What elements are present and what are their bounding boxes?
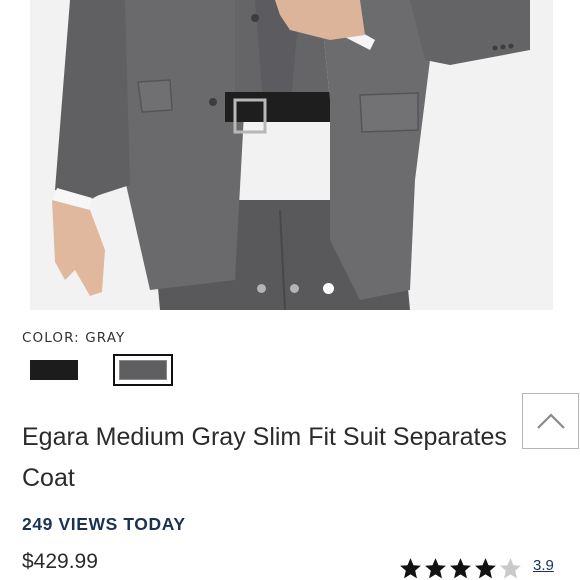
product-rating[interactable]: 3.9 (398, 556, 554, 580)
star-empty-icon (500, 558, 521, 579)
product-photo (30, 0, 553, 310)
chevron-up-icon (537, 413, 565, 429)
product-page: COLOR: GRAY Egara Medium Gray Slim Fit S… (0, 0, 580, 580)
product-title: Egara Medium Gray Slim Fit Suit Separate… (22, 423, 507, 492)
product-price: $429.99 (22, 550, 98, 573)
views-today: 249 VIEWS TODAY (22, 514, 186, 534)
color-label: COLOR: GRAY (22, 330, 126, 346)
rating-value-link[interactable]: 3.9 (533, 557, 554, 574)
swatch-black[interactable] (24, 354, 84, 386)
carousel-dots (30, 283, 553, 294)
carousel-dot-1[interactable] (257, 284, 266, 293)
swatch-black-fill (30, 360, 78, 380)
back-to-top-button[interactable] (522, 393, 579, 449)
swatch-gray[interactable] (113, 354, 173, 386)
star-icon (450, 558, 471, 579)
carousel-dot-3[interactable] (323, 283, 334, 294)
carousel-dot-2[interactable] (290, 284, 299, 293)
swatch-gray-fill (119, 360, 167, 380)
product-image-carousel[interactable] (30, 0, 553, 310)
star-icon (425, 558, 446, 579)
star-icon (400, 558, 421, 579)
star-icon (475, 558, 496, 579)
